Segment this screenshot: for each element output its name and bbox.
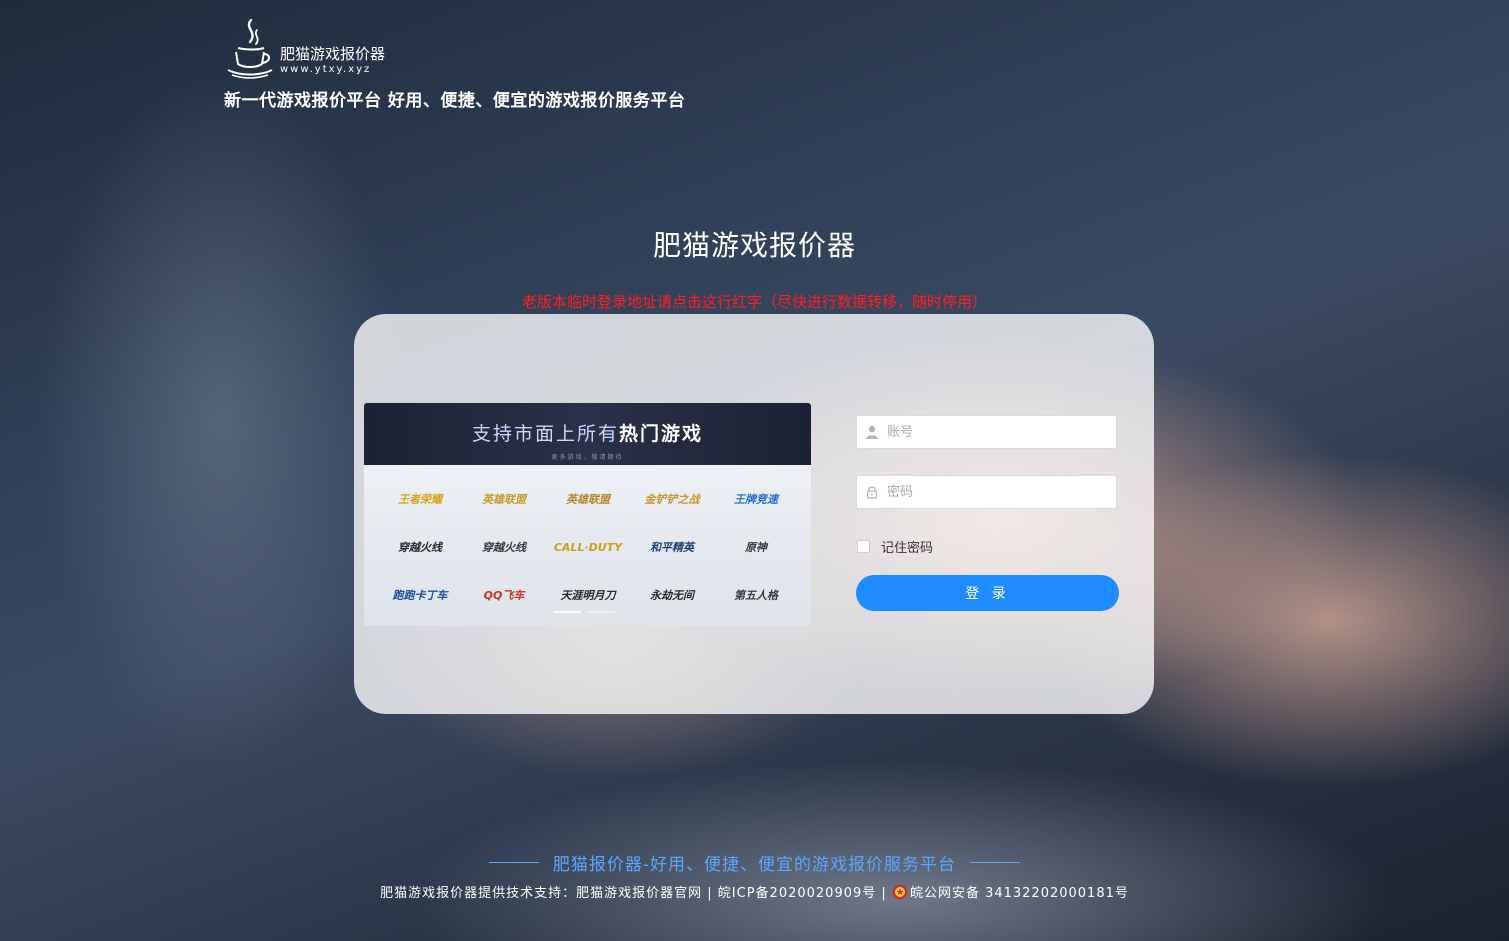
game-logo: 穿越火线 [482,541,526,554]
banner-title-light: 支持市面上所有 [471,423,619,445]
user-icon [857,415,887,449]
carousel-indicators [553,611,615,613]
footer-separator: | [707,886,713,901]
police-badge-icon [892,884,908,900]
game-logo: 永劫无间 [650,589,694,602]
banner-title-hot: 热门游戏 [619,423,704,445]
game-logo: 穿越火线 [398,541,442,554]
page-title: 肥猫游戏报价器 [652,229,856,262]
game-logo: 金铲铲之战 [644,493,700,506]
footer-divider-right [970,862,1021,863]
game-logo: 英雄联盟 [566,493,610,506]
remember-password[interactable]: 记住密码 [857,537,933,556]
footer-divider-left [488,862,539,863]
password-field[interactable] [856,475,1117,509]
logo-name: 肥猫游戏报价器 [280,45,386,63]
remember-checkbox[interactable] [857,540,870,553]
logo-url: www.ytxy.xyz [280,64,372,75]
login-button[interactable]: 登 录 [856,575,1119,611]
game-logo: QQ飞车 [483,589,525,602]
carousel-dot-2[interactable] [587,611,615,613]
login-card: 支持市面上所有热门游戏 更多游戏，敬请期待 王者荣耀 英雄联盟 英雄联盟 金铲铲之战王… [354,314,1154,714]
game-logo-grid: 王者荣耀 英雄联盟 英雄联盟 金铲铲之战 王牌竞速穿越火线 穿越火线 CALL·DUTY 和平… [380,475,798,619]
teacup-logo-icon [227,18,273,79]
lock-icon [857,475,887,509]
icp-link[interactable]: 皖ICP备2020020909号 [718,886,876,901]
game-logo: 跑跑卡丁车 [392,589,448,602]
carousel-dot-1[interactable] [553,611,581,613]
footer-slogan: 肥猫报价器-好用、便捷、便宜的游戏报价服务平台 [552,855,957,875]
account-input[interactable] [887,424,1107,440]
account-field[interactable] [856,415,1117,449]
banner-header: 支持市面上所有热门游戏 更多游戏，敬请期待 [364,403,811,465]
banner-subtitle: 更多游戏，敬请期待 [551,454,624,461]
police-record-link[interactable]: 皖公网安备 34132202000181号 [892,884,1129,901]
game-logo: 原神 [745,541,767,554]
footer-slogan-row: 肥猫报价器-好用、便捷、便宜的游戏报价服务平台 [0,850,1509,875]
game-logo: CALL·DUTY [553,540,623,554]
police-record-text: 皖公网安备 34132202000181号 [909,886,1129,901]
banner-title: 支持市面上所有热门游戏 [364,419,811,446]
old-version-login-link[interactable]: 老版本临时登录地址请点击这行红字（尽快进行数据转移，随时停用） [0,291,1509,312]
game-logo: 和平精英 [650,541,694,554]
logo[interactable]: 肥猫游戏报价器 www.ytxy.xyz [224,18,385,80]
password-input[interactable] [887,484,1107,500]
remember-label: 记住密码 [881,541,934,556]
game-logo: 第五人格 [734,589,778,602]
header-slogan: 新一代游戏报价平台 好用、便捷、便宜的游戏报价服务平台 [224,91,686,111]
game-logo: 英雄联盟 [482,493,526,506]
game-banner-carousel[interactable]: 支持市面上所有热门游戏 更多游戏，敬请期待 王者荣耀 英雄联盟 英雄联盟 金铲铲之战王… [364,403,811,626]
footer-separator: | [881,886,887,901]
game-logo: 王者荣耀 [398,493,442,506]
tech-support-link[interactable]: 肥猫游戏报价器提供技术支持：肥猫游戏报价器官网 [380,886,702,901]
footer-info: 肥猫游戏报价器提供技术支持：肥猫游戏报价器官网 | 皖ICP备202002090… [0,882,1509,901]
game-logo: 王牌竞速 [734,493,778,506]
